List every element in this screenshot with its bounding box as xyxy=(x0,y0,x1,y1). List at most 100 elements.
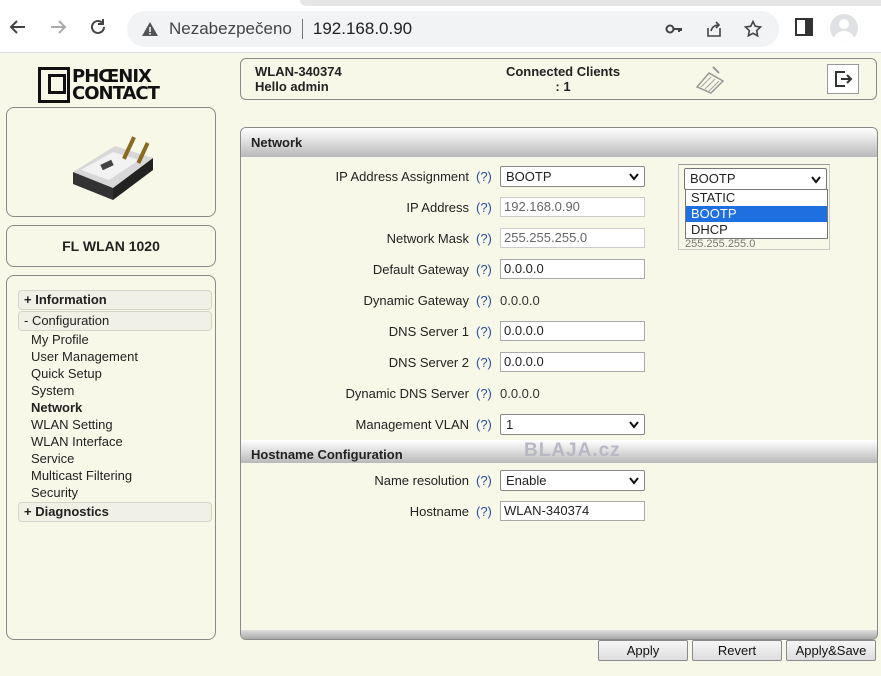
profile-avatar[interactable] xyxy=(830,14,858,42)
sidebar-item-my-profile[interactable]: My Profile xyxy=(31,331,89,348)
back-button[interactable] xyxy=(6,15,30,39)
vlan-label: Management VLAN xyxy=(355,417,469,432)
reload-button[interactable] xyxy=(86,15,110,39)
back-arrow-icon xyxy=(9,20,25,34)
gateway-help[interactable]: (?) xyxy=(476,262,492,277)
vlan-row: Management VLAN (?) 1 xyxy=(241,414,877,436)
option-dhcp[interactable]: DHCP xyxy=(686,222,827,238)
netmask-help[interactable]: (?) xyxy=(476,231,492,246)
chevron-down-icon xyxy=(811,176,821,184)
apply-save-button[interactable]: Apply&Save xyxy=(786,640,876,661)
logout-icon xyxy=(835,71,853,87)
name-resolution-help[interactable]: (?) xyxy=(476,473,492,488)
watermark: BLAJA.cz xyxy=(524,440,621,461)
ip-assignment-dropdown[interactable]: BOOTP xyxy=(684,168,827,190)
name-resolution-select[interactable]: Enable xyxy=(500,470,645,491)
dns2-label: DNS Server 2 xyxy=(388,355,469,370)
security-label: Nezabezpečeno xyxy=(169,19,292,38)
dns2-row: DNS Server 2 (?) 0.0.0.0 xyxy=(241,352,877,374)
dns1-help[interactable]: (?) xyxy=(476,324,492,339)
chevron-down-icon xyxy=(629,421,639,429)
dynamic-dns-value: 0.0.0.0 xyxy=(500,386,540,401)
sidebar-item-multicast-filtering[interactable]: Multicast Filtering xyxy=(31,467,132,484)
dynamic-gateway-value: 0.0.0.0 xyxy=(500,293,540,308)
ip-assignment-options: STATIC BOOTP DHCP xyxy=(685,189,828,239)
sidebar-item-network[interactable]: Network xyxy=(31,399,82,416)
ip-assignment-select[interactable]: BOOTP xyxy=(500,166,645,187)
forward-arrow-icon xyxy=(51,20,67,34)
browser-toolbar: Nezabezpečeno 192.168.0.90 xyxy=(0,0,881,53)
device-model-label: FL WLAN 1020 xyxy=(6,225,216,267)
greeting-label: Hello admin xyxy=(255,79,329,94)
url-text[interactable]: 192.168.0.90 xyxy=(313,19,412,39)
hostname-section-title: Hostname Configuration xyxy=(251,447,403,462)
nav-section-configuration[interactable]: - Configuration xyxy=(18,311,212,331)
address-bar[interactable]: Nezabezpečeno 192.168.0.90 xyxy=(127,11,779,47)
status-header: WLAN-340374 Hello admin Connected Client… xyxy=(240,58,877,100)
network-config-panel: Network IP Address Assignment (?) BOOTP … xyxy=(240,127,878,640)
name-resolution-row: Name resolution (?) Enable xyxy=(241,470,877,492)
vlan-help[interactable]: (?) xyxy=(476,417,492,432)
ip-assignment-label: IP Address Assignment xyxy=(335,169,469,184)
option-static[interactable]: STATIC xyxy=(686,190,827,206)
netmask-field[interactable]: 255.255.255.0 xyxy=(500,228,645,248)
signal-icon xyxy=(695,66,725,94)
device-icon xyxy=(73,136,153,200)
revert-button[interactable]: Revert xyxy=(692,640,782,661)
chevron-down-icon xyxy=(629,477,639,485)
key-icon[interactable] xyxy=(665,20,683,38)
forward-button[interactable] xyxy=(46,15,70,39)
logout-button[interactable] xyxy=(827,64,859,94)
hostname-help[interactable]: (?) xyxy=(476,504,492,519)
hostname-row: Hostname (?) WLAN-340374 xyxy=(241,501,877,523)
device-image-panel xyxy=(6,107,216,217)
ip-address-label: IP Address xyxy=(406,200,469,215)
side-panel-icon[interactable] xyxy=(793,16,815,38)
apply-button[interactable]: Apply xyxy=(598,640,688,661)
share-icon[interactable] xyxy=(705,20,723,38)
tab-strip xyxy=(300,0,881,6)
network-section-header: Network xyxy=(241,128,877,157)
hostname-label: Hostname xyxy=(409,504,469,519)
sidebar-item-wlan-interface[interactable]: WLAN Interface xyxy=(31,433,123,450)
sidebar-item-security[interactable]: Security xyxy=(31,484,78,501)
ip-assignment-help[interactable]: (?) xyxy=(476,169,492,184)
sidebar-item-service[interactable]: Service xyxy=(31,450,74,467)
nav-section-diagnostics[interactable]: + Diagnostics xyxy=(18,502,212,522)
nav-section-information[interactable]: + Information xyxy=(18,290,212,310)
vlan-select[interactable]: 1 xyxy=(500,414,645,435)
panel-footer-bar xyxy=(241,630,877,639)
option-bootp[interactable]: BOOTP xyxy=(686,206,827,222)
name-resolution-label: Name resolution xyxy=(374,473,469,488)
sidebar-item-wlan-setting[interactable]: WLAN Setting xyxy=(31,416,113,433)
dynamic-dns-row: Dynamic DNS Server (?) 0.0.0.0 xyxy=(241,383,877,405)
ssid-label: WLAN-340374 xyxy=(255,64,342,79)
logo-mark-icon xyxy=(38,67,70,103)
chevron-down-icon xyxy=(629,173,639,181)
phoenix-contact-logo: PHŒNIX CONTACT xyxy=(38,66,180,104)
sidebar-item-quick-setup[interactable]: Quick Setup xyxy=(31,365,102,382)
hostname-field[interactable]: WLAN-340374 xyxy=(500,501,645,521)
dynamic-gateway-row: Dynamic Gateway (?) 0.0.0.0 xyxy=(241,290,877,312)
address-divider xyxy=(301,19,303,39)
netmask-label: Network Mask xyxy=(386,231,469,246)
sidebar-item-user-management[interactable]: User Management xyxy=(31,348,138,365)
warning-icon[interactable] xyxy=(141,20,159,38)
gateway-label: Default Gateway xyxy=(372,262,469,277)
dynamic-gateway-label: Dynamic Gateway xyxy=(363,293,469,308)
sidebar-item-system[interactable]: System xyxy=(31,382,74,399)
bookmark-star-icon[interactable] xyxy=(744,20,762,38)
connected-clients-count: : 1 xyxy=(555,79,571,94)
ip-address-help[interactable]: (?) xyxy=(476,200,492,215)
ip-address-field[interactable]: 192.168.0.90 xyxy=(500,197,645,217)
logo-text: PHŒNIX CONTACT xyxy=(72,66,160,104)
dropdown-peek-text: 255.255.255.0 xyxy=(685,238,756,250)
dns2-help[interactable]: (?) xyxy=(476,355,492,370)
dynamic-gateway-help[interactable]: (?) xyxy=(476,293,492,308)
dns2-field[interactable]: 0.0.0.0 xyxy=(500,352,645,372)
network-section-title: Network xyxy=(251,135,303,150)
dns1-field[interactable]: 0.0.0.0 xyxy=(500,321,645,341)
dynamic-dns-label: Dynamic DNS Server xyxy=(345,386,469,401)
gateway-field[interactable]: 0.0.0.0 xyxy=(500,259,645,279)
dynamic-dns-help[interactable]: (?) xyxy=(476,386,492,401)
